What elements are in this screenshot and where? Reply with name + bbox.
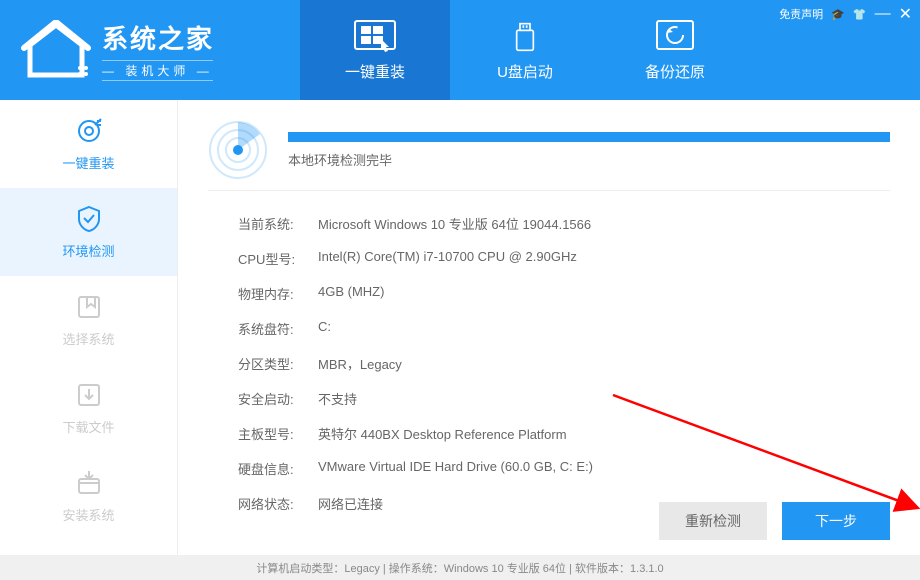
- info-row: 分区类型:MBR，Legacy: [238, 346, 890, 381]
- info-row: 安全启动:不支持: [238, 381, 890, 416]
- logo-title: 系统之家: [102, 19, 214, 56]
- status-bar: 计算机启动类型：Legacy | 操作系统：Windows 10 专业版 64位…: [0, 555, 920, 580]
- shield-check-icon: [75, 205, 103, 233]
- house-logo-icon: [20, 20, 92, 80]
- close-icon[interactable]: ✕: [899, 4, 912, 24]
- usb-icon: [501, 19, 549, 55]
- logo-subtitle: — 装机大师 —: [102, 60, 213, 81]
- select-icon: [75, 293, 103, 321]
- info-row: 当前系统:Microsoft Windows 10 专业版 64位 19044.…: [238, 206, 890, 241]
- skin-icon[interactable]: 👕: [853, 8, 867, 21]
- info-row: 系统盘符:C:: [238, 311, 890, 346]
- windows-cursor-icon: [351, 19, 399, 55]
- minimize-icon[interactable]: —: [875, 5, 891, 23]
- logo-area: 系统之家 — 装机大师 —: [0, 0, 300, 100]
- info-row: 物理内存:4GB (MHZ): [238, 276, 890, 311]
- sidebar-item-download[interactable]: 下载文件: [0, 364, 177, 452]
- progress-bar: [288, 132, 890, 142]
- main-area: 一键重装 环境检测 选择系统 下载文件 安装系统: [0, 100, 920, 555]
- sidebar-item-install[interactable]: 安装系统: [0, 452, 177, 540]
- info-row: CPU型号:Intel(R) Core(TM) i7-10700 CPU @ 2…: [238, 241, 890, 276]
- sidebar-item-env-check[interactable]: 环境检测: [0, 188, 177, 276]
- tab-reinstall[interactable]: 一键重装: [300, 0, 450, 100]
- sidebar-item-reinstall[interactable]: 一键重装: [0, 100, 177, 188]
- tab-usb-boot[interactable]: U盘启动: [450, 0, 600, 100]
- system-info-list: 当前系统:Microsoft Windows 10 专业版 64位 19044.…: [208, 206, 890, 521]
- progress-status-text: 本地环境检测完毕: [288, 150, 890, 169]
- install-icon: [75, 469, 103, 497]
- window-controls: 免责声明 🎓 👕 — ✕: [779, 4, 912, 24]
- info-row: 硬盘信息:VMware Virtual IDE Hard Drive (60.0…: [238, 451, 890, 486]
- restore-icon: [651, 19, 699, 55]
- download-icon: [75, 381, 103, 409]
- disclaimer-link[interactable]: 免责声明: [779, 6, 823, 22]
- radar-icon: [208, 120, 268, 180]
- info-row: 主板型号:英特尔 440BX Desktop Reference Platfor…: [238, 416, 890, 451]
- content-panel: 本地环境检测完毕 当前系统:Microsoft Windows 10 专业版 6…: [178, 100, 920, 555]
- next-button[interactable]: 下一步: [782, 502, 890, 540]
- target-icon: [75, 117, 103, 145]
- tab-backup-restore[interactable]: 备份还原: [600, 0, 750, 100]
- hat-icon[interactable]: 🎓: [831, 8, 845, 21]
- sidebar: 一键重装 环境检测 选择系统 下载文件 安装系统: [0, 100, 178, 555]
- sidebar-item-select-system[interactable]: 选择系统: [0, 276, 177, 364]
- recheck-button[interactable]: 重新检测: [659, 502, 767, 540]
- top-bar: 系统之家 — 装机大师 — 一键重装 U盘启动 备份还原 免责声明 🎓 👕 —: [0, 0, 920, 100]
